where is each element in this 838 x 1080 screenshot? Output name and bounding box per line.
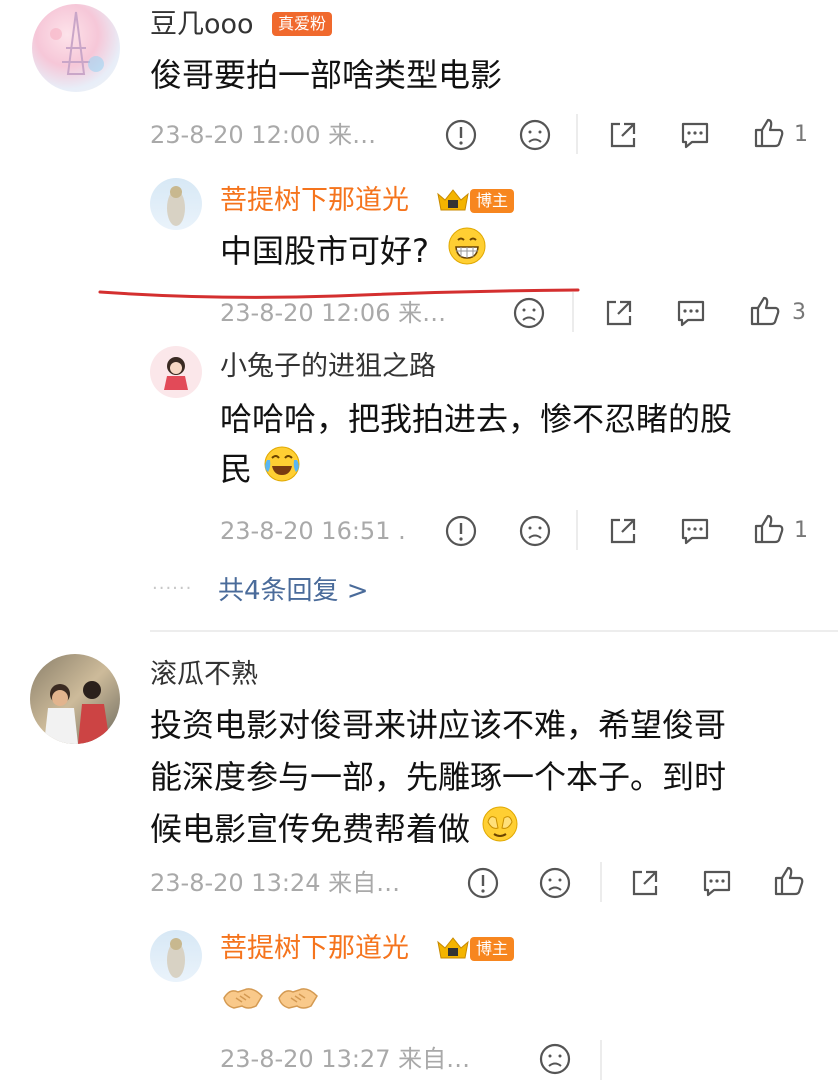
facepalm-emoji bbox=[480, 804, 520, 858]
comment-text-line: 投资电影对俊哥来讲应该不难，希望俊哥 bbox=[150, 706, 727, 744]
handshake-emoji bbox=[275, 978, 321, 1022]
thread-dots: ······ bbox=[152, 578, 193, 599]
divider bbox=[600, 1040, 602, 1080]
reply-user-name[interactable]: 小兔子的进狙之路 bbox=[220, 350, 436, 384]
divider bbox=[572, 292, 574, 332]
laugh-cry-emoji bbox=[262, 444, 302, 498]
share-icon[interactable] bbox=[628, 866, 662, 900]
comment-icon[interactable] bbox=[674, 296, 708, 330]
like-count: 1 bbox=[794, 518, 808, 543]
crown-icon bbox=[436, 934, 470, 960]
like-icon[interactable] bbox=[752, 116, 786, 150]
blogger-badge: 博主 bbox=[470, 937, 515, 961]
reply-meta: 23-8-20 12:06 来… bbox=[220, 299, 447, 327]
comment-icon[interactable] bbox=[678, 118, 712, 152]
comment-user-name[interactable]: 豆几ooo bbox=[150, 8, 254, 42]
reply-emoji-row bbox=[220, 978, 321, 1022]
comment-text: 俊哥要拍一部啥类型电影 bbox=[150, 56, 503, 94]
avatar[interactable] bbox=[30, 654, 120, 744]
comment-meta: 23-8-20 12:00 来… bbox=[150, 121, 377, 149]
share-icon[interactable] bbox=[606, 514, 640, 548]
dislike-icon[interactable] bbox=[512, 296, 546, 330]
report-icon[interactable] bbox=[466, 866, 500, 900]
like-icon[interactable] bbox=[752, 512, 786, 546]
comment-meta: 23-8-20 13:24 来自… bbox=[150, 869, 401, 897]
fan-badge: 真爱粉 bbox=[272, 12, 333, 36]
bottom-fade bbox=[620, 1034, 838, 1080]
crown-icon bbox=[436, 186, 470, 212]
comment-icon[interactable] bbox=[678, 514, 712, 548]
report-icon[interactable] bbox=[444, 118, 478, 152]
divider bbox=[600, 862, 602, 902]
like-icon[interactable] bbox=[748, 294, 782, 328]
comment-text-line: 能深度参与一部，先雕琢一个本子。到时 bbox=[150, 758, 727, 796]
dislike-icon[interactable] bbox=[538, 866, 572, 900]
reply-text-line: 哈哈哈，把我拍进去，惨不忍睹的股 bbox=[220, 400, 733, 438]
comment-text-line: 候电影宣传免费帮着做 bbox=[150, 804, 520, 858]
avatar[interactable] bbox=[150, 930, 202, 982]
dislike-icon[interactable] bbox=[518, 118, 552, 152]
avatar[interactable] bbox=[32, 4, 120, 92]
grin-emoji bbox=[447, 226, 487, 280]
blogger-badge: 博主 bbox=[470, 189, 515, 213]
dislike-icon[interactable] bbox=[538, 1042, 572, 1076]
dislike-icon[interactable] bbox=[518, 514, 552, 548]
like-icon[interactable] bbox=[772, 864, 806, 898]
avatar[interactable] bbox=[150, 178, 202, 230]
report-icon[interactable] bbox=[444, 514, 478, 548]
reply-meta: 23-8-20 13:27 来自… bbox=[220, 1045, 471, 1073]
avatar[interactable] bbox=[150, 346, 202, 398]
divider bbox=[576, 114, 578, 154]
share-icon[interactable] bbox=[606, 118, 640, 152]
comment-divider bbox=[150, 630, 838, 632]
handshake-emoji bbox=[220, 978, 266, 1022]
comment-user-name[interactable]: 滚瓜不熟 bbox=[150, 658, 258, 692]
reply-user-name[interactable]: 菩提树下那道光 bbox=[220, 184, 409, 218]
comment-icon[interactable] bbox=[700, 866, 734, 900]
like-count: 3 bbox=[792, 300, 806, 325]
share-icon[interactable] bbox=[602, 296, 636, 330]
reply-text-line: 民 bbox=[220, 444, 302, 498]
reply-user-name[interactable]: 菩提树下那道光 bbox=[220, 932, 409, 966]
divider bbox=[576, 510, 578, 550]
reply-meta: 23-8-20 16:51 . bbox=[220, 517, 406, 545]
reply-text: 中国股市可好? bbox=[220, 226, 487, 280]
like-count: 1 bbox=[794, 122, 808, 147]
more-replies-link[interactable]: 共4条回复 > bbox=[218, 574, 369, 608]
